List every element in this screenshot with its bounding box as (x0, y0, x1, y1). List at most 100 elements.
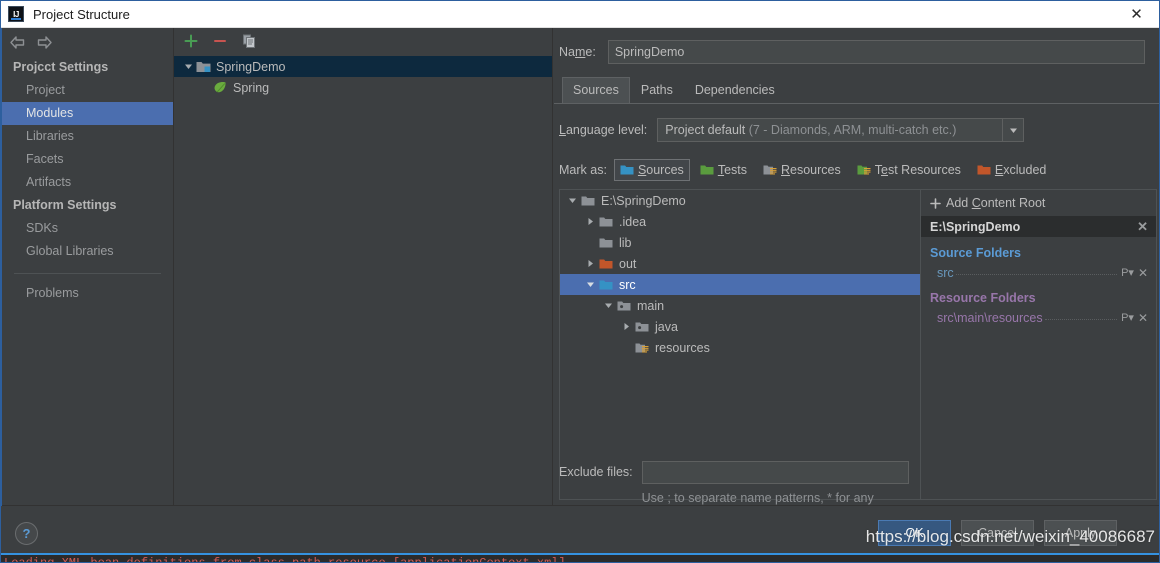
close-icon[interactable]: ✕ (1138, 311, 1148, 325)
sidebar-item-problems[interactable]: Problems (2, 282, 173, 305)
language-level-label: Language level: (559, 123, 648, 137)
tab-underline (554, 103, 1159, 104)
exclude-files-label: Exclude files: (559, 465, 633, 479)
source-folders-title: Source Folders (930, 246, 1021, 260)
add-content-root-button[interactable]: Add Content Root (921, 190, 1156, 216)
chevron-right-icon[interactable] (582, 217, 599, 226)
sidebar-item-project[interactable]: Project (2, 79, 173, 102)
folder-icon (599, 216, 613, 228)
sidebar-group-project-settings: Projcct Settings (13, 60, 109, 74)
file-tree-row-root[interactable]: E:\SpringDemo (560, 190, 920, 211)
mark-as-tests-label: Tests (717, 163, 747, 177)
file-tree-label: E:\SpringDemo (601, 193, 686, 208)
resource-folders-title: Resource Folders (930, 291, 1036, 305)
mark-as-tests-button[interactable]: Tests (694, 159, 753, 181)
module-name-input[interactable]: SpringDemo (607, 40, 1145, 64)
file-tree-row-java[interactable]: java (560, 316, 920, 337)
content-roots-panel: Add Content Root E:\SpringDemo ✕ Source … (921, 190, 1156, 499)
tab-dependencies[interactable]: Dependencies (684, 77, 786, 104)
arrow-left-icon[interactable] (10, 35, 25, 49)
add-content-root-label: Add Content Root (946, 196, 1046, 210)
sidebar-item-artifacts[interactable]: Artifacts (2, 171, 173, 194)
dotted-leader (1044, 311, 1118, 320)
module-name-row: Name: SpringDemo (554, 28, 1159, 64)
nav-arrows (2, 28, 173, 56)
settings-sidebar: Projcct Settings Project Modules Librari… (2, 28, 174, 506)
folder-resources-icon (635, 342, 649, 354)
module-tree-item-springdemo[interactable]: SpringDemo (174, 56, 552, 77)
sidebar-item-global-libraries[interactable]: Global Libraries (2, 240, 173, 263)
file-tree-row-src[interactable]: src (560, 274, 920, 295)
file-tree-row-resources[interactable]: resources (560, 337, 920, 358)
chevron-down-icon[interactable] (600, 301, 617, 310)
module-name-label: Name: (559, 45, 596, 59)
source-folder-row[interactable]: src P▾ ✕ (921, 263, 1156, 282)
content-file-tree: E:\SpringDemo .idea lib out src main jav… (560, 190, 921, 499)
arrow-right-icon[interactable] (37, 35, 52, 49)
mark-as-row: Mark as: Sources Tests Resources Test Re… (554, 142, 1159, 181)
file-tree-label: .idea (619, 214, 647, 229)
language-level-value: Project default (7 - Diamonds, ARM, mult… (658, 123, 1002, 137)
folder-sources-icon (599, 279, 613, 291)
folder-sources-icon (620, 164, 634, 176)
package-prefix-icon[interactable]: P▾ (1121, 266, 1134, 279)
chevron-right-icon[interactable] (582, 259, 599, 268)
project-structure-dialog: IJ Project Structure ✕ Projcct Settings … (0, 0, 1160, 563)
chevron-down-icon[interactable] (582, 280, 599, 289)
module-toolbar (174, 28, 552, 54)
mark-as-test-resources-label: Test Resources (874, 163, 961, 177)
module-detail-panel: Name: SpringDemo Sources Paths Dependenc… (554, 28, 1159, 521)
spring-leaf-icon (213, 81, 227, 94)
language-level-combobox[interactable]: Project default (7 - Diamonds, ARM, mult… (657, 118, 1025, 142)
window-title: Project Structure (33, 6, 130, 22)
mark-as-test-resources-button[interactable]: Test Resources (851, 159, 967, 181)
module-tree-label: Spring (233, 80, 270, 95)
folder-tests-icon (700, 164, 714, 176)
mark-as-excluded-label: Excluded (994, 163, 1047, 177)
chevron-down-icon[interactable] (1002, 119, 1023, 141)
chevron-down-icon[interactable] (564, 196, 581, 205)
console-text: Loading XML bean definitions from class … (4, 556, 566, 562)
file-tree-row-main[interactable]: main (560, 295, 920, 316)
module-tree-item-spring[interactable]: Spring (174, 77, 552, 98)
sidebar-item-modules[interactable]: Modules (2, 102, 173, 125)
help-icon[interactable]: ? (15, 522, 38, 545)
minus-icon[interactable] (213, 34, 227, 48)
intellij-idea-logo-icon: IJ (8, 6, 24, 22)
file-tree-row-out[interactable]: out (560, 253, 920, 274)
mark-as-sources-button[interactable]: Sources (613, 159, 690, 181)
module-icon (196, 60, 211, 73)
detail-tabs: Sources Paths Dependencies (554, 77, 1159, 104)
tab-paths[interactable]: Paths (630, 77, 684, 104)
watermark-text: https://blog.csdn.net/weixin_40086687 (865, 527, 1155, 546)
content-root-header: E:\SpringDemo ✕ (921, 216, 1156, 237)
folder-icon (599, 237, 613, 249)
file-tree-row-idea[interactable]: .idea (560, 211, 920, 232)
mark-as-resources-label: Resources (781, 163, 841, 177)
sidebar-item-libraries[interactable]: Libraries (2, 125, 173, 148)
module-name-value: SpringDemo (614, 45, 685, 59)
close-icon[interactable]: ✕ (1138, 266, 1148, 280)
mark-as-resources-button[interactable]: Resources (757, 159, 847, 181)
tab-sources[interactable]: Sources (562, 77, 630, 104)
file-tree-label: main (637, 298, 665, 313)
package-prefix-icon[interactable]: P▾ (1121, 311, 1134, 324)
console-strip: Loading XML bean definitions from class … (1, 553, 1159, 562)
chevron-right-icon[interactable] (618, 322, 635, 331)
resource-folder-path: src\main\resources (937, 310, 1043, 325)
language-level-value-dim: (7 - Diamonds, ARM, multi-catch etc.) (748, 123, 957, 137)
chevron-down-icon[interactable] (180, 62, 196, 71)
close-icon[interactable]: ✕ (1114, 1, 1159, 27)
exclude-files-input[interactable] (641, 461, 909, 484)
resource-folder-row[interactable]: src\main\resources P▾ ✕ (921, 308, 1156, 327)
copy-icon[interactable] (242, 34, 256, 48)
folder-package-icon (617, 300, 631, 312)
mark-as-excluded-button[interactable]: Excluded (971, 159, 1052, 181)
plus-icon[interactable] (184, 34, 198, 48)
sidebar-item-facets[interactable]: Facets (2, 148, 173, 171)
file-tree-row-lib[interactable]: lib (560, 232, 920, 253)
sidebar-item-sdks[interactable]: SDKs (2, 217, 173, 240)
content-root-path: E:\SpringDemo (930, 219, 1021, 234)
module-tree: SpringDemo Spring (174, 54, 552, 98)
close-icon[interactable]: ✕ (1137, 219, 1148, 235)
